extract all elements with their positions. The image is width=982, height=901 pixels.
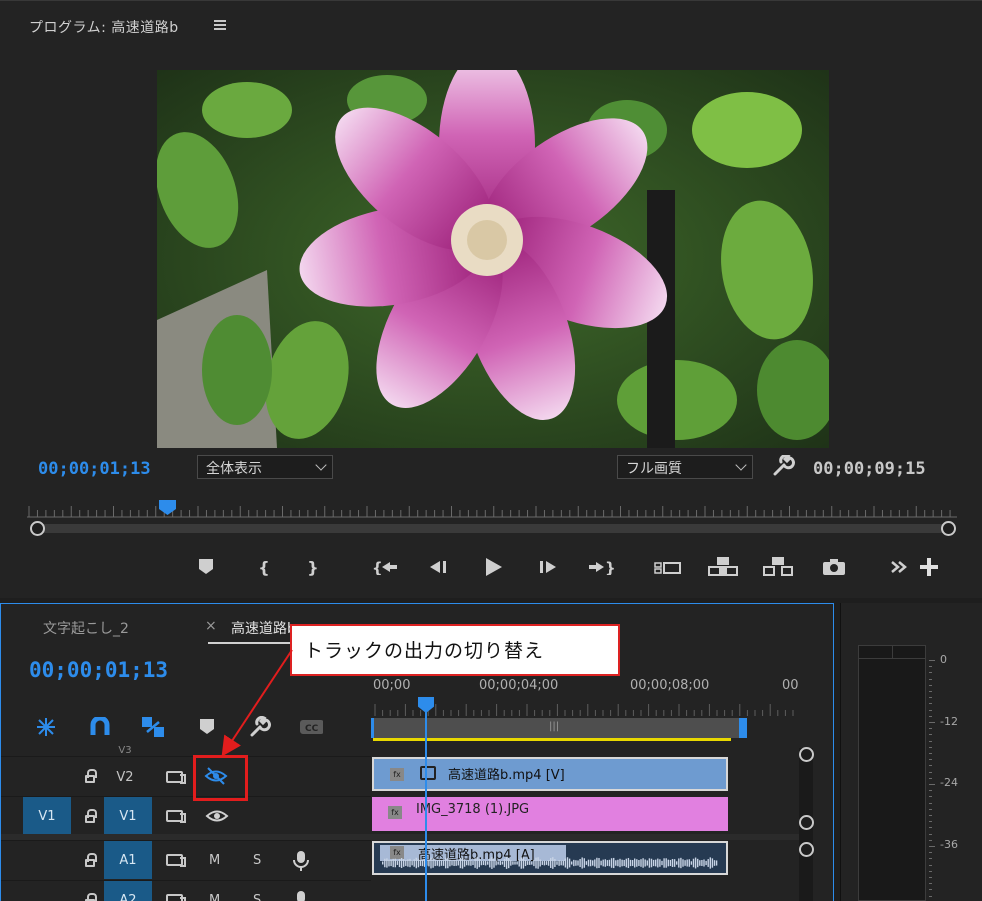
annotation-arrow — [221, 649, 293, 757]
